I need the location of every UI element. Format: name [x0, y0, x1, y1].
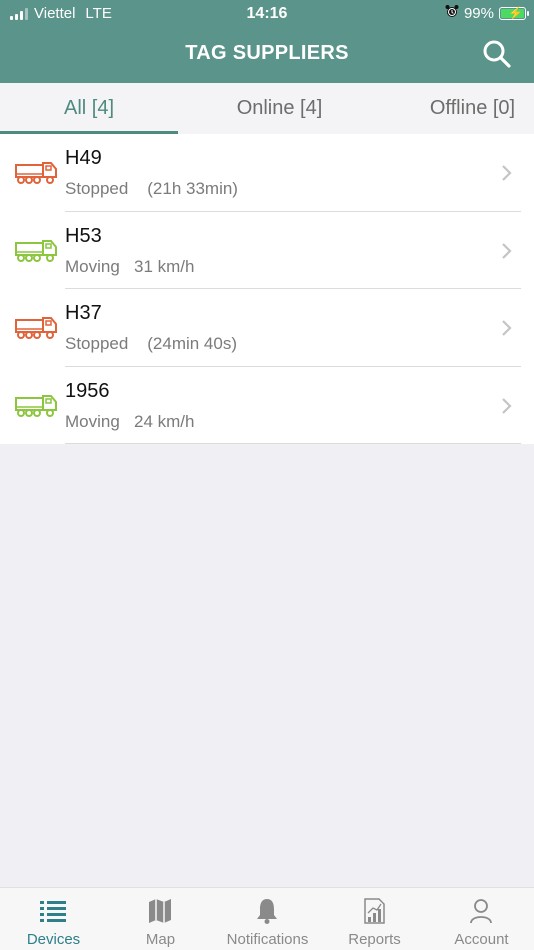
top-bar: Viettel LTE 14:16 99% ⚡ TAG SUPPLIERS [0, 0, 534, 83]
person-icon [470, 899, 492, 924]
tab-account-label: Account [454, 931, 509, 948]
map-icon [149, 899, 171, 923]
device-detail: 24 km/h [133, 411, 195, 431]
chevron-right-icon [502, 165, 512, 181]
device-name: H49 [65, 147, 102, 169]
device-detail: (21h 33min) [147, 179, 238, 198]
battery-percent: 99% [463, 4, 494, 22]
truck-icon [15, 317, 57, 339]
device-status-line: Moving 24 km/h [65, 412, 194, 432]
tab-map[interactable]: Map [107, 888, 214, 950]
device-row[interactable]: 1956 Moving 24 km/h [0, 367, 534, 444]
device-name: 1956 [65, 379, 110, 402]
bottom-tab-bar: Devices Map Notifications Reports Accoun… [0, 887, 534, 950]
device-name: H37 [65, 302, 102, 324]
tab-reports[interactable]: Reports [321, 888, 428, 950]
device-status: Moving [65, 256, 120, 276]
tab-reports-label: Reports [348, 931, 401, 948]
alarm-icon [445, 4, 459, 22]
chevron-right-icon [502, 320, 512, 336]
device-row[interactable]: H49 Stopped (21h 33min) [0, 134, 534, 212]
device-status-line: Moving 31 km/h [65, 257, 194, 277]
list-icon [40, 901, 66, 922]
device-row[interactable]: H37 Stopped (24min 40s) [0, 289, 534, 367]
bell-icon [257, 899, 277, 924]
device-status-line: Stopped (21h 33min) [65, 179, 238, 199]
device-status: Moving [65, 411, 120, 431]
status-bar: Viettel LTE 14:16 99% ⚡ [0, 0, 534, 28]
device-status: Stopped [65, 179, 129, 198]
page-title: TAG SUPPLIERS [185, 42, 349, 64]
truck-icon [15, 239, 57, 262]
filter-tabs: All [4] Online [4] Offline [0] [0, 83, 534, 134]
tab-devices-label: Devices [26, 931, 81, 948]
row-divider [65, 443, 521, 444]
tab-devices[interactable]: Devices [0, 888, 107, 950]
device-row[interactable]: H53 Moving 31 km/h [0, 212, 534, 289]
tab-notifications-label: Notifications [226, 931, 309, 948]
device-detail: 31 km/h [133, 256, 195, 276]
reports-icon [364, 898, 385, 924]
search-icon [483, 40, 511, 68]
tab-map-label: Map [145, 931, 176, 948]
device-name: H53 [65, 224, 102, 247]
chevron-right-icon [502, 397, 512, 414]
device-status-line: Stopped (24min 40s) [65, 334, 237, 354]
battery-icon: ⚡ [499, 6, 529, 20]
search-button[interactable] [482, 39, 512, 69]
truck-icon [15, 394, 57, 417]
tab-all[interactable]: All [4] [0, 83, 178, 134]
tab-online[interactable]: Online [4] [178, 83, 381, 134]
device-list: H49 Stopped (21h 33min) H53 Moving 31 km/h H… [0, 134, 534, 444]
tab-account[interactable]: Account [428, 888, 534, 950]
tab-notifications[interactable]: Notifications [214, 888, 321, 950]
truck-icon [15, 162, 57, 184]
device-status: Stopped [65, 334, 129, 353]
chevron-right-icon [502, 242, 512, 259]
device-detail: (24min 40s) [147, 334, 238, 353]
tab-offline[interactable]: Offline [0] [381, 83, 534, 134]
